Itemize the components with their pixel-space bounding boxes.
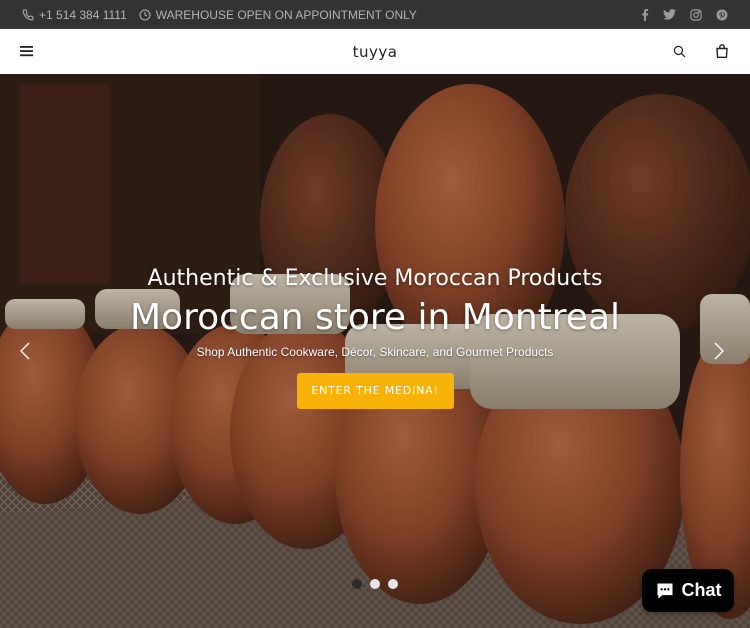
- clock-icon: [139, 9, 151, 20]
- hero-tagline: Shop Authentic Cookware, Décor, Skincare…: [196, 345, 554, 359]
- hamburger-menu-icon[interactable]: [20, 44, 33, 62]
- hero-subtitle: Authentic & Exclusive Moroccan Products: [147, 266, 603, 291]
- hero-slideshow: Authentic & Exclusive Moroccan Products …: [0, 74, 750, 628]
- announcement-bar: +1 514 384 1111 WAREHOUSE OPEN ON APPOIN…: [0, 0, 750, 29]
- slide-dot-1[interactable]: [352, 579, 362, 589]
- slide-dot-2[interactable]: [370, 579, 380, 589]
- phone-number: +1 514 384 1111: [39, 7, 127, 22]
- slide-dots: [0, 579, 750, 589]
- hero-title: Moroccan store in Montreal: [129, 297, 621, 338]
- site-logo[interactable]: tuyya: [353, 43, 398, 61]
- hours-text: WAREHOUSE OPEN ON APPOINTMENT ONLY: [155, 7, 417, 22]
- facebook-icon[interactable]: [641, 8, 649, 21]
- warehouse-hours: WAREHOUSE OPEN ON APPOINTMENT ONLY: [139, 8, 417, 22]
- pinterest-icon[interactable]: [716, 9, 728, 21]
- chat-button[interactable]: Chat: [642, 569, 734, 612]
- chat-label: Chat: [681, 580, 722, 600]
- phone-contact[interactable]: +1 514 384 1111: [22, 8, 127, 22]
- chevron-left-icon[interactable]: [20, 342, 30, 365]
- social-links: [641, 0, 728, 29]
- phone-icon: [22, 8, 34, 20]
- chevron-right-icon[interactable]: [714, 342, 724, 365]
- instagram-icon[interactable]: [690, 8, 702, 21]
- hero-content: Authentic & Exclusive Moroccan Products …: [0, 266, 750, 409]
- slide-dot-3[interactable]: [388, 579, 398, 589]
- enter-medina-button[interactable]: ENTER THE MEDINA!: [296, 373, 454, 409]
- shopping-bag-icon[interactable]: [716, 44, 728, 63]
- twitter-icon[interactable]: [663, 9, 676, 20]
- chat-bubble-icon: [657, 583, 672, 598]
- search-icon[interactable]: [673, 45, 686, 63]
- site-header: tuyya: [0, 29, 750, 74]
